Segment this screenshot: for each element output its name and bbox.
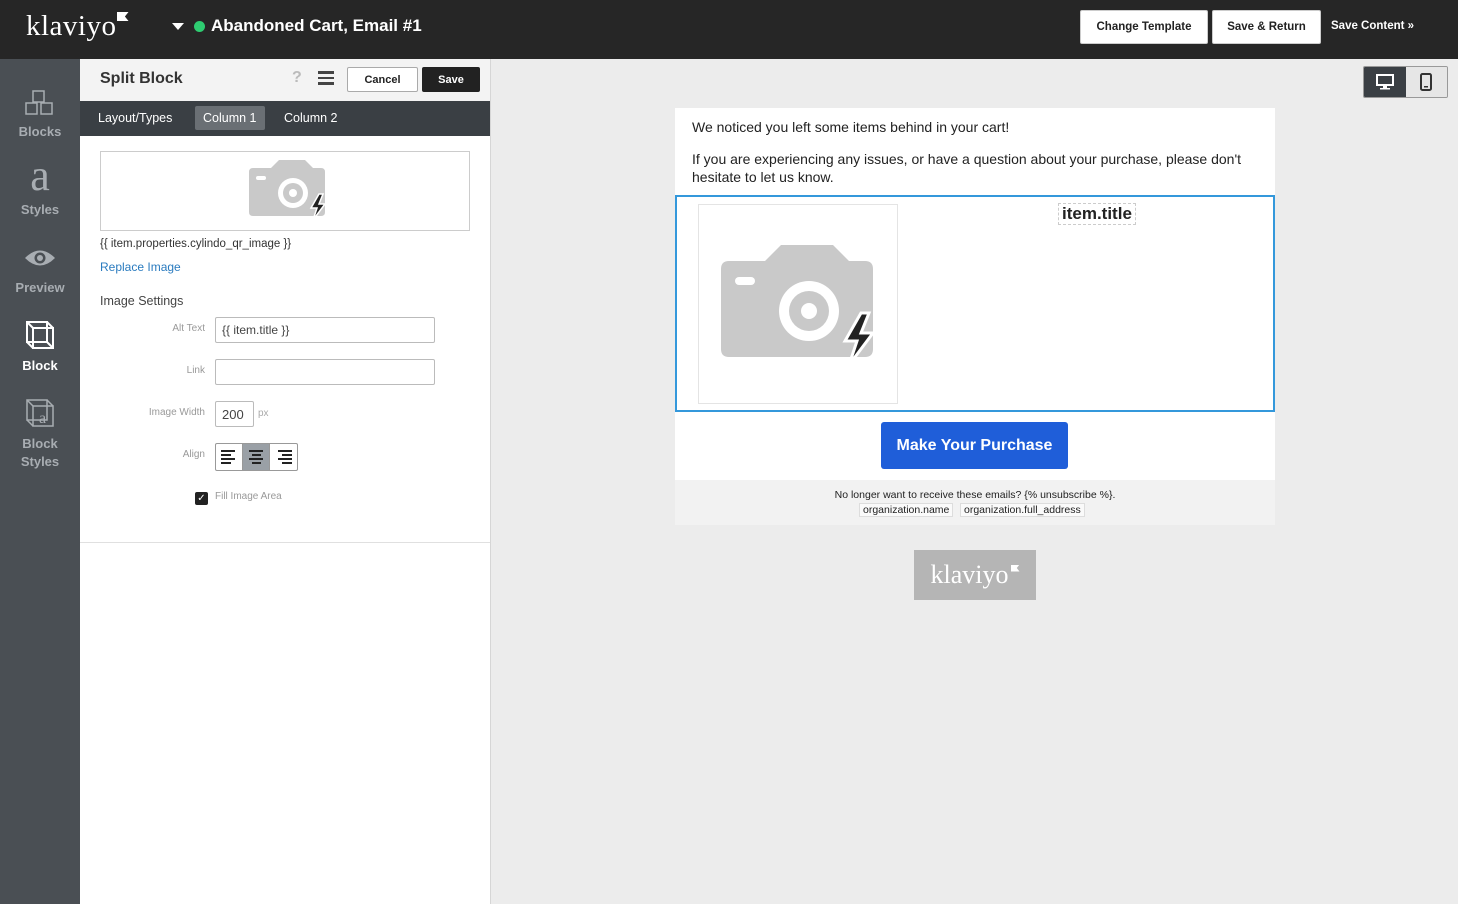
link-input[interactable] [215, 359, 435, 385]
dynamic-image-camera-icon [249, 160, 327, 221]
split-block-selected[interactable]: item.title [675, 195, 1275, 412]
alt-text-label: Alt Text [172, 323, 205, 334]
intro-line-1: We noticed you left some items behind in… [692, 119, 1010, 135]
panel-divider [80, 542, 490, 543]
rail-item-block-styles[interactable]: a Block Styles [0, 391, 80, 469]
help-icon[interactable]: ? [292, 69, 302, 87]
rail-label-blocks: Blocks [18, 124, 62, 139]
panel-title: Split Block [100, 70, 183, 87]
block-styles-icon: a [26, 399, 54, 427]
cancel-button[interactable]: Cancel [347, 67, 418, 92]
rail-label-styles: Styles [20, 202, 60, 217]
rail-item-blocks[interactable]: Blocks [0, 79, 80, 157]
rail-item-preview[interactable]: Preview [0, 235, 80, 313]
badge-text: klaviyo [930, 560, 1009, 589]
view-toggle [1363, 66, 1448, 98]
alt-text-input[interactable]: {{ item.title }} [215, 317, 435, 343]
rail-item-styles[interactable]: a Styles [0, 153, 80, 235]
tab-layout-types[interactable]: Layout/Types [90, 106, 180, 130]
mobile-view-button[interactable] [1405, 67, 1447, 97]
left-rail: Blocks a Styles Preview Block a Block St… [0, 59, 80, 904]
email-footer[interactable]: No longer want to receive these emails? … [675, 480, 1275, 525]
desktop-view-button[interactable] [1364, 67, 1406, 97]
fill-image-area-checkbox[interactable]: ✓ [195, 492, 208, 505]
mobile-icon [1420, 73, 1433, 91]
top-bar: klaviyo Abandoned Cart, Email #1 Change … [0, 0, 1458, 59]
image-width-unit: px [258, 408, 269, 419]
svg-text:a: a [39, 410, 46, 427]
align-button-group [215, 443, 298, 471]
unsubscribe-text: No longer want to receive these emails? … [834, 489, 1116, 501]
organization-name-tag: organization.name [859, 503, 954, 517]
save-return-button[interactable]: Save & Return [1212, 10, 1321, 44]
change-template-button[interactable]: Change Template [1080, 10, 1208, 44]
panel-header: Split Block ? Cancel Save [80, 59, 490, 101]
panel-tabs: Layout/Types Column 1 Column 2 [80, 101, 490, 136]
rail-label-preview: Preview [15, 280, 65, 295]
styles-icon: a [30, 151, 50, 200]
rail-label-block: Block [22, 358, 58, 373]
block-editor-panel: Split Block ? Cancel Save Layout/Types C… [80, 59, 491, 904]
cube-icon [26, 321, 54, 349]
status-live-icon [194, 21, 205, 32]
save-content-button[interactable]: Save Content » [1331, 20, 1414, 32]
image-width-label: Image Width [148, 407, 205, 418]
align-right-button[interactable] [270, 444, 297, 470]
item-title-text[interactable]: item.title [1058, 203, 1136, 225]
align-left-button[interactable] [216, 444, 243, 470]
blocks-icon [25, 90, 53, 115]
image-preview[interactable] [100, 151, 470, 231]
rail-label-block-styles: Block [22, 436, 58, 451]
fill-image-area-label: Fill Image Area [215, 491, 282, 502]
eye-icon [25, 250, 55, 266]
align-label: Align [182, 449, 205, 460]
dynamic-image-camera-icon [721, 245, 876, 366]
flow-dropdown-caret-icon[interactable] [172, 23, 184, 30]
logo-flag-icon [116, 12, 129, 21]
replace-image-link[interactable]: Replace Image [100, 260, 181, 274]
rail-label-block-styles-2: Styles [20, 454, 60, 469]
align-center-button[interactable] [243, 444, 270, 470]
save-button[interactable]: Save [422, 67, 480, 92]
email-preview: We noticed you left some items behind in… [675, 108, 1275, 525]
tab-column-2[interactable]: Column 2 [276, 106, 346, 130]
desktop-icon [1375, 74, 1394, 90]
klaviyo-badge-logo: klaviyo [914, 550, 1036, 600]
organization-address-tag: organization.full_address [960, 503, 1085, 517]
menu-icon[interactable] [318, 71, 334, 85]
tab-column-1[interactable]: Column 1 [195, 106, 265, 130]
split-block-image[interactable] [698, 204, 898, 404]
flow-title: Abandoned Cart, Email #1 [211, 16, 422, 35]
make-your-purchase-button[interactable]: Make Your Purchase [881, 422, 1068, 469]
intro-line-2: If you are experiencing any issues, or h… [692, 151, 1242, 185]
image-variable-caption: {{ item.properties.cylindo_qr_image }} [100, 238, 292, 250]
image-width-input[interactable]: 200 [215, 401, 254, 427]
intro-text-block[interactable]: We noticed you left some items behind in… [692, 118, 1262, 200]
badge-flag-icon [1010, 564, 1020, 572]
rail-item-block[interactable]: Block [0, 313, 80, 391]
image-settings-title: Image Settings [100, 294, 184, 308]
logo-text: klaviyo [26, 10, 117, 42]
klaviyo-logo[interactable]: klaviyo [26, 10, 129, 43]
link-label: Link [186, 365, 205, 376]
